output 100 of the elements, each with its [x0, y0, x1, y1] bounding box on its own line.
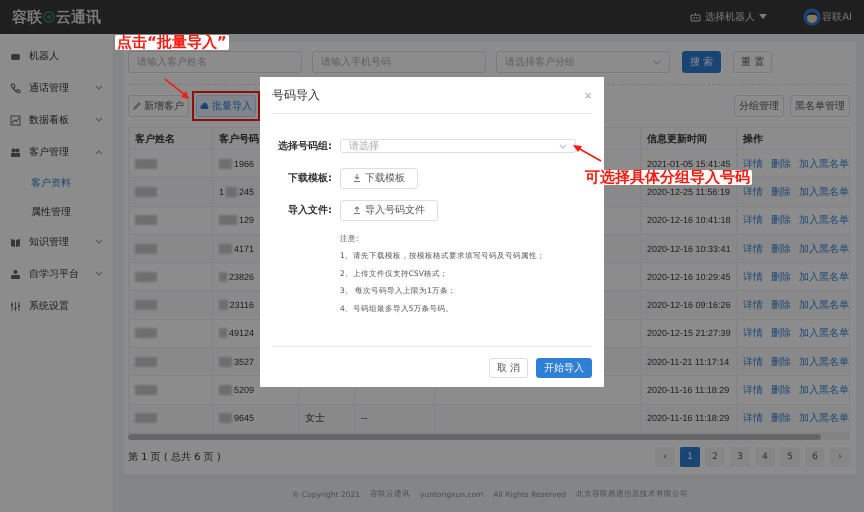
annotation-text: 点击“批量导入”	[115, 35, 229, 50]
table-cell: 2021-01-05 15:41:45	[647, 158, 731, 169]
action-link[interactable]: 加入黑名单	[799, 156, 849, 171]
import-button[interactable]: 批量导入	[196, 95, 256, 117]
action-link[interactable]: 详情	[743, 326, 763, 340]
sidebar-item[interactable]: 客户管理	[0, 136, 113, 168]
sidebar-subitem[interactable]: 客户资料	[0, 168, 113, 197]
table-cell: 23116	[230, 300, 254, 310]
action-link[interactable]: 详情	[743, 298, 763, 312]
action-link[interactable]: 删除	[771, 411, 791, 426]
download-icon	[353, 174, 361, 182]
pencil-icon	[133, 102, 141, 110]
action-link[interactable]: 详情	[743, 213, 763, 228]
table-cell: 5209	[234, 385, 254, 396]
table-cell: 23826	[228, 272, 254, 282]
action-link[interactable]: 删除	[771, 326, 791, 340]
person-icon	[10, 268, 21, 280]
table-cell: 9645	[234, 413, 254, 424]
add-button[interactable]: 新增客户	[128, 95, 189, 117]
field-label: 导入文件:	[287, 204, 332, 217]
download-button[interactable]: 下载模板	[340, 168, 418, 188]
redaction-mark	[226, 186, 237, 197]
redaction-mark	[219, 300, 228, 310]
action-link[interactable]: 加入黑名单	[799, 270, 849, 284]
redaction-mark	[219, 158, 232, 169]
action-link[interactable]: 加入黑名单	[799, 411, 849, 426]
users-icon	[10, 146, 21, 158]
sidebar-item[interactable]: 自学习平台	[0, 258, 113, 290]
redaction-mark	[219, 215, 237, 226]
toolbar-button[interactable]: 黑名单管理	[790, 95, 850, 117]
action-link[interactable]: 详情	[743, 184, 763, 199]
redaction-mark	[219, 272, 227, 282]
action-link[interactable]: 加入黑名单	[799, 213, 849, 228]
action-link[interactable]: 详情	[743, 270, 763, 284]
action-link[interactable]: 加入黑名单	[799, 298, 849, 312]
sidebar-item[interactable]: 机器人	[0, 40, 113, 72]
page-button[interactable]: 3	[730, 446, 750, 467]
action-link[interactable]: 删除	[771, 383, 791, 398]
table-cell: 2020-12-25 11:56:19	[647, 186, 730, 197]
cancel-button[interactable]: 取 消	[488, 358, 528, 378]
previous-page-button[interactable]: ‹	[655, 446, 675, 467]
redaction-mark	[135, 158, 157, 169]
upload-button[interactable]: 导入号码文件	[340, 200, 438, 220]
redaction-mark	[135, 244, 157, 254]
table-cell: 2020-11-16 11:18:29	[647, 413, 730, 424]
page-button[interactable]: 4	[755, 446, 775, 467]
field-label: 下载模板:	[287, 172, 332, 185]
sidebar-item[interactable]: 通话管理	[0, 72, 113, 104]
redaction-mark	[135, 385, 157, 396]
action-link[interactable]: 详情	[743, 354, 763, 369]
field-label: 选择号码组:	[277, 140, 332, 153]
action-link[interactable]: 删除	[771, 156, 791, 171]
page-button[interactable]: 2	[705, 446, 725, 467]
redaction-mark	[135, 356, 157, 367]
action-link[interactable]: 删除	[771, 298, 791, 312]
action-link[interactable]: 删除	[771, 184, 791, 199]
action-link[interactable]: 详情	[743, 411, 763, 426]
column-header: 客户姓名	[135, 132, 175, 146]
action-link[interactable]: 删除	[771, 242, 791, 256]
action-link[interactable]: 详情	[743, 156, 763, 171]
table-cell: 2020-12-15 21:27:39	[647, 328, 731, 338]
user-name: 容联AI	[822, 10, 852, 24]
start-import-button[interactable]: 开始导入	[536, 358, 592, 378]
column-header: 操作	[743, 132, 763, 146]
action-link[interactable]: 加入黑名单	[799, 326, 849, 340]
annotation-text: 可选择具体分组导入号码	[583, 170, 752, 185]
sidebar-item[interactable]: 系统设置	[0, 290, 113, 322]
action-link[interactable]: 加入黑名单	[799, 242, 849, 256]
column-header: 信息更新时间	[647, 132, 707, 146]
caret-icon	[759, 14, 768, 20]
avatar-icon[interactable]	[803, 8, 822, 26]
search-button[interactable]: 搜 索	[682, 51, 722, 73]
table-cell: 2020-12-16 10:29:45	[647, 272, 731, 282]
page-button[interactable]: 5	[780, 446, 800, 467]
reset-button[interactable]: 重 置	[733, 51, 772, 73]
group-select[interactable]: 请选择	[340, 139, 576, 153]
phone-icon	[10, 82, 21, 94]
page-button[interactable]: 1	[680, 446, 700, 467]
action-link[interactable]: 删除	[771, 213, 791, 228]
action-link[interactable]: 加入黑名单	[799, 184, 849, 199]
robot-select[interactable]: 选择机器人	[690, 10, 768, 24]
sidebar-item[interactable]: 数据看板	[0, 104, 113, 136]
table-cell: --	[361, 412, 368, 424]
action-link[interactable]: 详情	[743, 383, 763, 398]
close-button[interactable]: ×	[584, 88, 592, 102]
sidebar-item[interactable]: 知识管理	[0, 226, 113, 258]
action-link[interactable]: 详情	[743, 242, 763, 256]
table-cell: 2020-12-16 09:16:26	[647, 300, 731, 310]
next-page-button[interactable]: ›	[830, 446, 850, 467]
action-link[interactable]: 删除	[771, 354, 791, 369]
page-button[interactable]: 6	[805, 446, 825, 467]
toolbar-button[interactable]: 分组管理	[734, 95, 784, 117]
sidebar-subitem[interactable]: 属性管理	[0, 197, 113, 226]
action-link[interactable]: 加入黑名单	[799, 383, 849, 398]
redaction-mark	[135, 328, 157, 338]
redaction-mark	[135, 272, 157, 282]
action-link[interactable]: 删除	[771, 270, 791, 284]
action-link[interactable]: 加入黑名单	[799, 354, 849, 369]
table-cell: 2020-11-16 11:18:29	[647, 385, 730, 396]
table-cell: 49124	[228, 328, 254, 338]
